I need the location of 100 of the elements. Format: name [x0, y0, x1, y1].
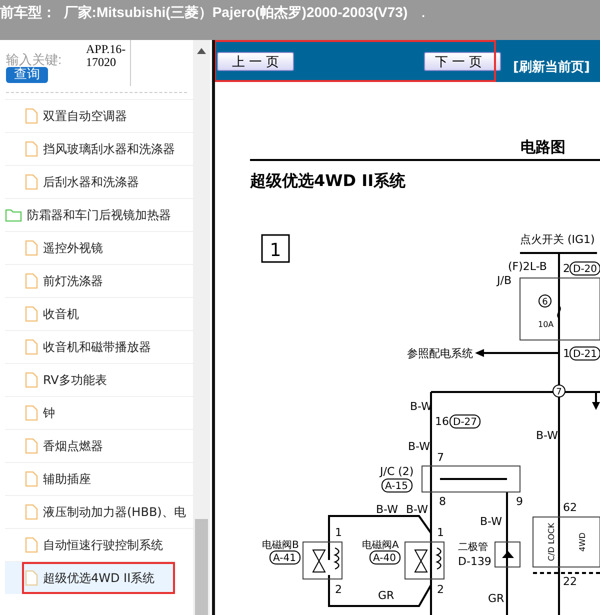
valve-icon: [312, 550, 326, 572]
tree-item[interactable]: 收音机和磁带播放器: [5, 330, 193, 363]
item-label: 钟: [43, 404, 55, 422]
tree-item[interactable]: 香烟点燃器: [5, 429, 193, 462]
refresh-page-link[interactable]: [刷新当前页]: [513, 58, 590, 76]
document-icon: [25, 405, 38, 421]
diagram-label: J/B: [497, 274, 512, 287]
document-icon: [25, 108, 38, 124]
connector-code: D-20: [570, 262, 600, 276]
item-label: 香烟点燃器: [43, 438, 103, 454]
diode-icon: [502, 551, 514, 558]
diagram-label: 2: [563, 262, 570, 275]
coil-icon: [436, 547, 442, 570]
fuse-icon: [557, 306, 561, 318]
item-label: 后刮水器和洗涤器: [43, 174, 139, 190]
diagram-label: 4WD: [578, 532, 587, 552]
item-label: 遥控外视镜: [43, 240, 103, 256]
document-icon: [25, 537, 38, 553]
tree-item[interactable]: 收音机: [5, 297, 193, 330]
solenoid-valve-outline: [404, 542, 444, 580]
item-label: 双置自动空调器: [43, 108, 127, 124]
valve-icon: [414, 550, 428, 572]
tree-item[interactable]: 前灯洗涤器: [5, 264, 193, 297]
document-icon: [25, 438, 38, 454]
diagram-label: B-W: [376, 503, 398, 516]
connector-code: A-40: [370, 550, 400, 564]
section-number: 1: [261, 234, 290, 263]
tree-item[interactable]: 后刮水器和洗涤器: [5, 165, 193, 198]
diagram-label: 16: [435, 415, 449, 428]
tree-item[interactable]: 双置自动空调器: [5, 99, 193, 132]
previous-page-button[interactable]: 上一页: [217, 52, 294, 70]
diagram-label: 62: [563, 501, 577, 514]
tree-item[interactable]: 钟: [5, 396, 193, 429]
tree-item[interactable]: 遥控外视镜: [5, 231, 193, 264]
diagram-label: 1: [335, 526, 342, 539]
diagram-label: 参照配电系统: [407, 347, 473, 360]
diagram-label: 1: [437, 526, 444, 539]
dot-text: .: [422, 6, 425, 20]
diagram-label: GR: [488, 592, 504, 605]
diagram-label: 二极管: [458, 542, 488, 553]
diagram-label: 2: [437, 583, 444, 596]
diagram-label: (F)2L-B: [508, 260, 547, 273]
folder-icon: [5, 208, 22, 222]
circled-number: 6: [538, 294, 552, 308]
tree-item[interactable]: 液压制动加力器(HBB)、电: [5, 495, 193, 528]
diagram-title: 超级优选4WD II系统: [250, 171, 406, 190]
item-label: 前灯洗涤器: [43, 272, 103, 290]
tree-item[interactable]: RV多功能表: [5, 363, 193, 396]
connector-code: A-41: [270, 550, 300, 564]
solenoid-valve-outline: [302, 542, 342, 580]
diagram-label: D-139: [458, 555, 492, 568]
arrow-line: [592, 392, 600, 410]
item-label: 收音机: [43, 306, 79, 322]
tree-item[interactable]: 超级优选4WD II系统: [5, 561, 175, 594]
document-icon: [25, 306, 38, 322]
document-icon: [25, 504, 38, 520]
diagram-heading: 电路图: [520, 138, 566, 156]
connector-code: D-21: [570, 346, 600, 360]
relay-outline: [532, 516, 600, 568]
diagram-label: 22: [563, 575, 577, 588]
connector-code: D-27: [450, 414, 480, 428]
diagram-label: GR: [378, 589, 394, 602]
item-label: 超级优选4WD II系统: [43, 570, 155, 586]
tree-item[interactable]: 挡风玻璃刮水器和洗涤器: [5, 132, 193, 165]
diode-outline: [494, 542, 520, 568]
diagram-label: 9: [516, 495, 523, 508]
diagram-label: 7: [437, 451, 444, 464]
connector-code: A-15: [382, 478, 412, 492]
diagram-label: B-W: [408, 440, 430, 453]
keyword-label: 输入关键:: [6, 52, 62, 67]
diagram-label: 电磁阀B: [262, 540, 299, 551]
diagram-label: 电磁阀A: [362, 540, 399, 551]
next-page-button[interactable]: 下一页: [424, 52, 501, 70]
scrollbar-thumb[interactable]: [195, 519, 208, 615]
item-label: 液压制动加力器(HBB)、电: [43, 504, 186, 520]
circled-number: 7: [552, 384, 566, 398]
document-icon: [25, 273, 38, 289]
tree-item[interactable]: 辅助插座: [5, 462, 193, 495]
tree-item[interactable]: 防霜器和车门后视镜加热器: [5, 198, 193, 231]
diagram-label: C/D LOCK: [547, 522, 556, 562]
item-label: 自动恒速行驶控制系统: [43, 536, 163, 554]
diagram-label: J/C (2): [380, 465, 414, 478]
item-label: 收音机和磁带播放器: [43, 338, 151, 356]
keyword-field[interactable]: APP.16-17020: [86, 40, 131, 86]
document-icon: [25, 570, 38, 586]
vehicle-title: 前车型： 厂家:Mitsubishi(三菱）Pajero(帕杰罗)2000-2003(V73): [0, 4, 408, 22]
scroll-up-icon[interactable]: [197, 48, 206, 54]
document-icon: [25, 471, 38, 487]
wire-line: [440, 478, 507, 480]
item-label: 挡风玻璃刮水器和洗涤器: [43, 140, 175, 158]
diagram-label: 点火开关 (IG1): [520, 233, 595, 246]
coil-icon: [334, 547, 340, 570]
item-label: 防霜器和车门后视镜加热器: [27, 206, 171, 224]
document-icon: [25, 372, 38, 388]
diagram-label: 8: [439, 495, 446, 508]
diagram-label: B-W: [480, 515, 502, 528]
diagram-label: 2: [335, 583, 342, 596]
diagram-label: 1: [563, 347, 570, 360]
diagram-label: B-W: [536, 429, 558, 442]
search-button[interactable]: 查询: [6, 67, 48, 83]
